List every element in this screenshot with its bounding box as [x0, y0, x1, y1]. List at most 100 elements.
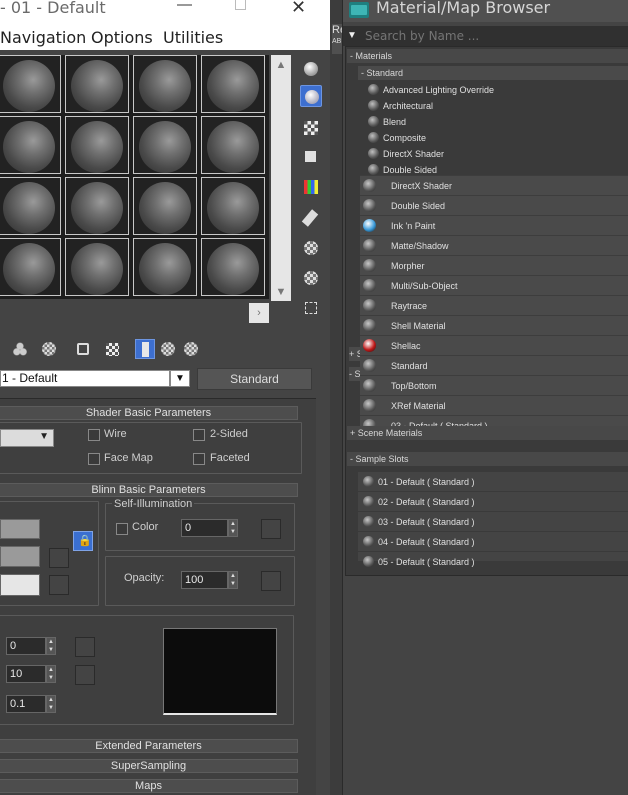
sample-slot-item[interactable]: 03 - Default ( Standard ): [358, 511, 628, 531]
material-type-button[interactable]: Standard: [197, 368, 312, 390]
sample-slot[interactable]: [133, 116, 197, 174]
sample-uv-tiling-button[interactable]: [300, 146, 322, 168]
sample-slot[interactable]: [133, 238, 197, 296]
shader-type-dropdown[interactable]: ▼: [0, 429, 54, 447]
sample-slot[interactable]: [0, 55, 61, 113]
slot-scroll-up-button[interactable]: ▲: [271, 55, 291, 75]
self-illum-color-checkbox[interactable]: [116, 523, 128, 535]
make-preview-button[interactable]: [300, 207, 322, 229]
glossiness-map-button[interactable]: [75, 665, 95, 685]
menu-navigation[interactable]: Navigation: [0, 28, 86, 47]
list-item[interactable]: Standard: [360, 355, 628, 375]
group-sample-slots[interactable]: - Sample Slots: [347, 452, 628, 466]
sample-type-button[interactable]: [300, 58, 322, 80]
background-checker-button[interactable]: [300, 117, 322, 139]
list-item[interactable]: Double Sided: [360, 195, 628, 215]
list-item[interactable]: Matte/Shadow: [360, 235, 628, 255]
get-material-button[interactable]: [10, 339, 30, 359]
sample-slot[interactable]: [65, 177, 129, 235]
sample-slot-item[interactable]: 05 - Default ( Standard ): [358, 551, 628, 567]
list-item[interactable]: Top/Bottom: [360, 375, 628, 395]
list-item[interactable]: Ink 'n Paint: [360, 215, 628, 235]
specular-level-field[interactable]: 0: [6, 637, 46, 655]
minimize-icon[interactable]: —: [177, 0, 192, 13]
ambient-color-swatch[interactable]: [0, 519, 40, 539]
video-color-check-button[interactable]: [300, 176, 322, 198]
specular-map-button[interactable]: [49, 575, 69, 595]
reset-map-button[interactable]: [104, 339, 124, 359]
list-item[interactable]: Morpher: [360, 255, 628, 275]
list-item[interactable]: Shell Material: [360, 315, 628, 335]
sample-slot[interactable]: [201, 177, 265, 235]
two-sided-checkbox[interactable]: [193, 429, 205, 441]
group-standard[interactable]: - Standard: [358, 66, 628, 80]
sample-slot[interactable]: [65, 238, 129, 296]
rollout-extended-parameters[interactable]: Extended Parameters: [0, 739, 298, 753]
wire-checkbox[interactable]: [88, 429, 100, 441]
slot-scroll-down-button[interactable]: ▼: [271, 283, 291, 301]
opacity-spinner[interactable]: ▲ ▼: [228, 571, 238, 589]
rollout-shader-basic[interactable]: Shader Basic Parameters: [0, 406, 298, 420]
list-item[interactable]: DirectX Shader: [360, 175, 628, 195]
put-to-scene-button[interactable]: [40, 339, 60, 359]
options-button[interactable]: [300, 237, 322, 259]
faceted-checkbox[interactable]: [193, 453, 205, 465]
sample-slot[interactable]: [65, 55, 129, 113]
list-item[interactable]: Multi/Sub-Object: [360, 275, 628, 295]
diffuse-map-button[interactable]: [49, 548, 69, 568]
opacity-value-field[interactable]: 100: [181, 571, 228, 589]
glossiness-spinner[interactable]: ▲ ▼: [46, 665, 56, 683]
list-item[interactable]: Raytrace: [360, 295, 628, 315]
group-materials[interactable]: - Materials: [347, 49, 628, 63]
sample-slot[interactable]: [0, 116, 61, 174]
self-illum-spinner[interactable]: ▲ ▼: [228, 519, 238, 537]
specular-level-map-button[interactable]: [75, 637, 95, 657]
menu-utilities[interactable]: Utilities: [163, 28, 223, 47]
material-name-dropdown[interactable]: ▼: [170, 370, 190, 387]
soften-field[interactable]: 0.1: [6, 695, 46, 713]
sample-slot[interactable]: [201, 55, 265, 113]
face-map-checkbox[interactable]: [88, 453, 100, 465]
rollout-maps[interactable]: Maps: [0, 779, 298, 793]
self-illum-value-field[interactable]: 0: [181, 519, 228, 537]
sample-slot[interactable]: [0, 177, 61, 235]
slot-scroll-right-button[interactable]: ›: [249, 303, 269, 323]
sample-slot[interactable]: [201, 238, 265, 296]
backlight-button[interactable]: [300, 85, 322, 107]
sample-slot-item[interactable]: 04 - Default ( Standard ): [358, 531, 628, 551]
material-map-navigator-button[interactable]: [300, 297, 322, 319]
specular-level-spinner[interactable]: ▲ ▼: [46, 637, 56, 655]
soften-spinner[interactable]: ▲ ▼: [46, 695, 56, 713]
select-by-material-button[interactable]: [300, 267, 322, 289]
sample-slot-item[interactable]: 01 - Default ( Standard ): [358, 471, 628, 491]
close-icon[interactable]: ✕: [291, 0, 306, 18]
sample-slot[interactable]: [0, 238, 61, 296]
maximize-icon[interactable]: [235, 0, 246, 10]
show-shaded-in-viewport-button[interactable]: [135, 339, 155, 359]
opacity-map-button[interactable]: [261, 571, 281, 591]
sample-slot[interactable]: [133, 177, 197, 235]
group-scene-materials[interactable]: + Scene Materials: [347, 426, 628, 440]
specular-color-swatch[interactable]: [0, 574, 40, 596]
assign-to-selection-button[interactable]: [75, 339, 95, 359]
slot-scrollbar-track[interactable]: [271, 75, 291, 283]
material-name-field[interactable]: 1 - Default: [0, 370, 170, 387]
sample-slot[interactable]: [133, 55, 197, 113]
self-illum-map-button[interactable]: [261, 519, 281, 539]
list-item-label: XRef Material: [391, 401, 446, 411]
sample-slot[interactable]: [65, 116, 129, 174]
search-input[interactable]: [365, 27, 627, 44]
sample-slot-item[interactable]: 02 - Default ( Standard ): [358, 491, 628, 511]
list-item[interactable]: Shellac: [360, 335, 628, 355]
lock-button[interactable]: 🔒: [73, 531, 93, 551]
browser-options-menu-icon[interactable]: ▼: [347, 30, 359, 42]
list-item[interactable]: XRef Material: [360, 395, 628, 415]
diffuse-color-swatch[interactable]: [0, 546, 40, 567]
go-to-parent-button[interactable]: [182, 339, 202, 359]
sample-slot[interactable]: [201, 116, 265, 174]
show-end-result-button[interactable]: [159, 339, 179, 359]
rollout-blinn-basic[interactable]: Blinn Basic Parameters: [0, 483, 298, 497]
rollout-supersampling[interactable]: SuperSampling: [0, 759, 298, 773]
glossiness-field[interactable]: 10: [6, 665, 46, 683]
menu-options[interactable]: Options: [91, 28, 153, 47]
